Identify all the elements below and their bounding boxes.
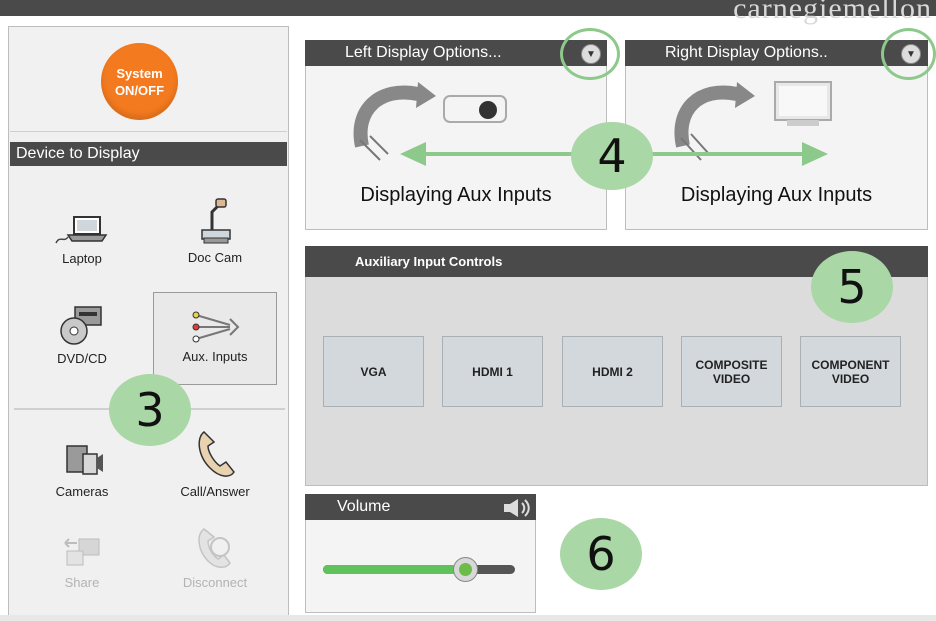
system-power-button[interactable]: System ON/OFF bbox=[101, 43, 178, 120]
left-display-caption: Displaying Aux Inputs bbox=[360, 184, 552, 206]
device-disconnect-button[interactable]: Disconnect bbox=[160, 525, 270, 590]
source-hdmi1-button[interactable]: HDMI 1 bbox=[442, 336, 543, 407]
system-button-line1: System bbox=[116, 65, 163, 81]
callout-3: 3 bbox=[109, 374, 191, 446]
source-hdmi2-label: HDMI 2 bbox=[592, 364, 633, 379]
right-display-caption: Displaying Aux Inputs bbox=[680, 184, 873, 206]
callout-5: 5 bbox=[811, 251, 893, 323]
device-label-share: Share bbox=[64, 575, 100, 590]
device-share-button[interactable]: Share bbox=[27, 533, 137, 590]
camera-icon bbox=[66, 445, 103, 475]
source-vga-label: VGA bbox=[360, 364, 387, 379]
right-display-title: Right Display Options.. bbox=[665, 44, 828, 61]
device-cameras-button[interactable]: Cameras bbox=[27, 442, 137, 499]
device-aux-inputs-content: Aux. Inputs bbox=[160, 305, 270, 364]
right-dropdown-highlight-ring bbox=[881, 28, 936, 80]
source-hdmi1-label: HDMI 1 bbox=[472, 364, 513, 379]
volume-slider-thumb[interactable] bbox=[452, 557, 478, 582]
device-label-cameras: Cameras bbox=[55, 484, 109, 499]
volume-title: Volume bbox=[337, 498, 391, 515]
device-dvd-cd-button[interactable]: DVD/CD bbox=[27, 303, 137, 366]
disconnect-phone-icon bbox=[198, 528, 231, 568]
device-call-answer-button[interactable]: Call/Answer bbox=[160, 428, 270, 499]
phone-icon bbox=[198, 431, 235, 477]
volume-slider-fill bbox=[323, 565, 466, 574]
device-label-doc-cam: Doc Cam bbox=[187, 250, 243, 265]
source-composite-label-line2: VIDEO bbox=[712, 371, 751, 386]
speaker-icon[interactable] bbox=[502, 498, 532, 518]
aux-cables-icon bbox=[192, 311, 240, 343]
device-label-call-answer: Call/Answer bbox=[180, 484, 250, 499]
device-label-aux-inputs: Aux. Inputs bbox=[182, 349, 248, 364]
source-component-video-button[interactable]: COMPONENT VIDEO bbox=[800, 336, 901, 407]
system-button-line2: ON/OFF bbox=[114, 82, 165, 98]
source-composite-label-line1: COMPOSITE bbox=[695, 357, 768, 372]
brand-logo-text: carnegiemellon bbox=[733, 0, 932, 25]
left-display-title: Left Display Options... bbox=[345, 44, 502, 61]
share-icon bbox=[64, 538, 100, 566]
source-component-label-line2: VIDEO bbox=[831, 371, 870, 386]
device-laptop-button[interactable]: Laptop bbox=[27, 213, 137, 266]
left-dropdown-highlight-ring bbox=[560, 28, 620, 80]
device-label-dvd-cd: DVD/CD bbox=[57, 351, 107, 366]
device-to-display-header: Device to Display bbox=[10, 142, 287, 166]
aux-controls-title: Auxiliary Input Controls bbox=[355, 254, 503, 269]
document-camera-icon bbox=[201, 198, 231, 244]
device-doc-cam-button[interactable]: Doc Cam bbox=[160, 196, 270, 265]
laptop-icon bbox=[55, 216, 108, 244]
source-hdmi2-button[interactable]: HDMI 2 bbox=[562, 336, 663, 407]
dvd-disc-icon bbox=[60, 306, 102, 345]
source-vga-button[interactable]: VGA bbox=[323, 336, 424, 407]
source-component-label-line1: COMPONENT bbox=[811, 357, 890, 372]
bottom-edge bbox=[0, 615, 936, 621]
device-label-disconnect: Disconnect bbox=[182, 575, 248, 590]
device-label-laptop: Laptop bbox=[62, 251, 102, 266]
source-composite-video-button[interactable]: COMPOSITE VIDEO bbox=[681, 336, 782, 407]
callout-4: 4 bbox=[571, 122, 653, 190]
callout-6: 6 bbox=[560, 518, 642, 590]
